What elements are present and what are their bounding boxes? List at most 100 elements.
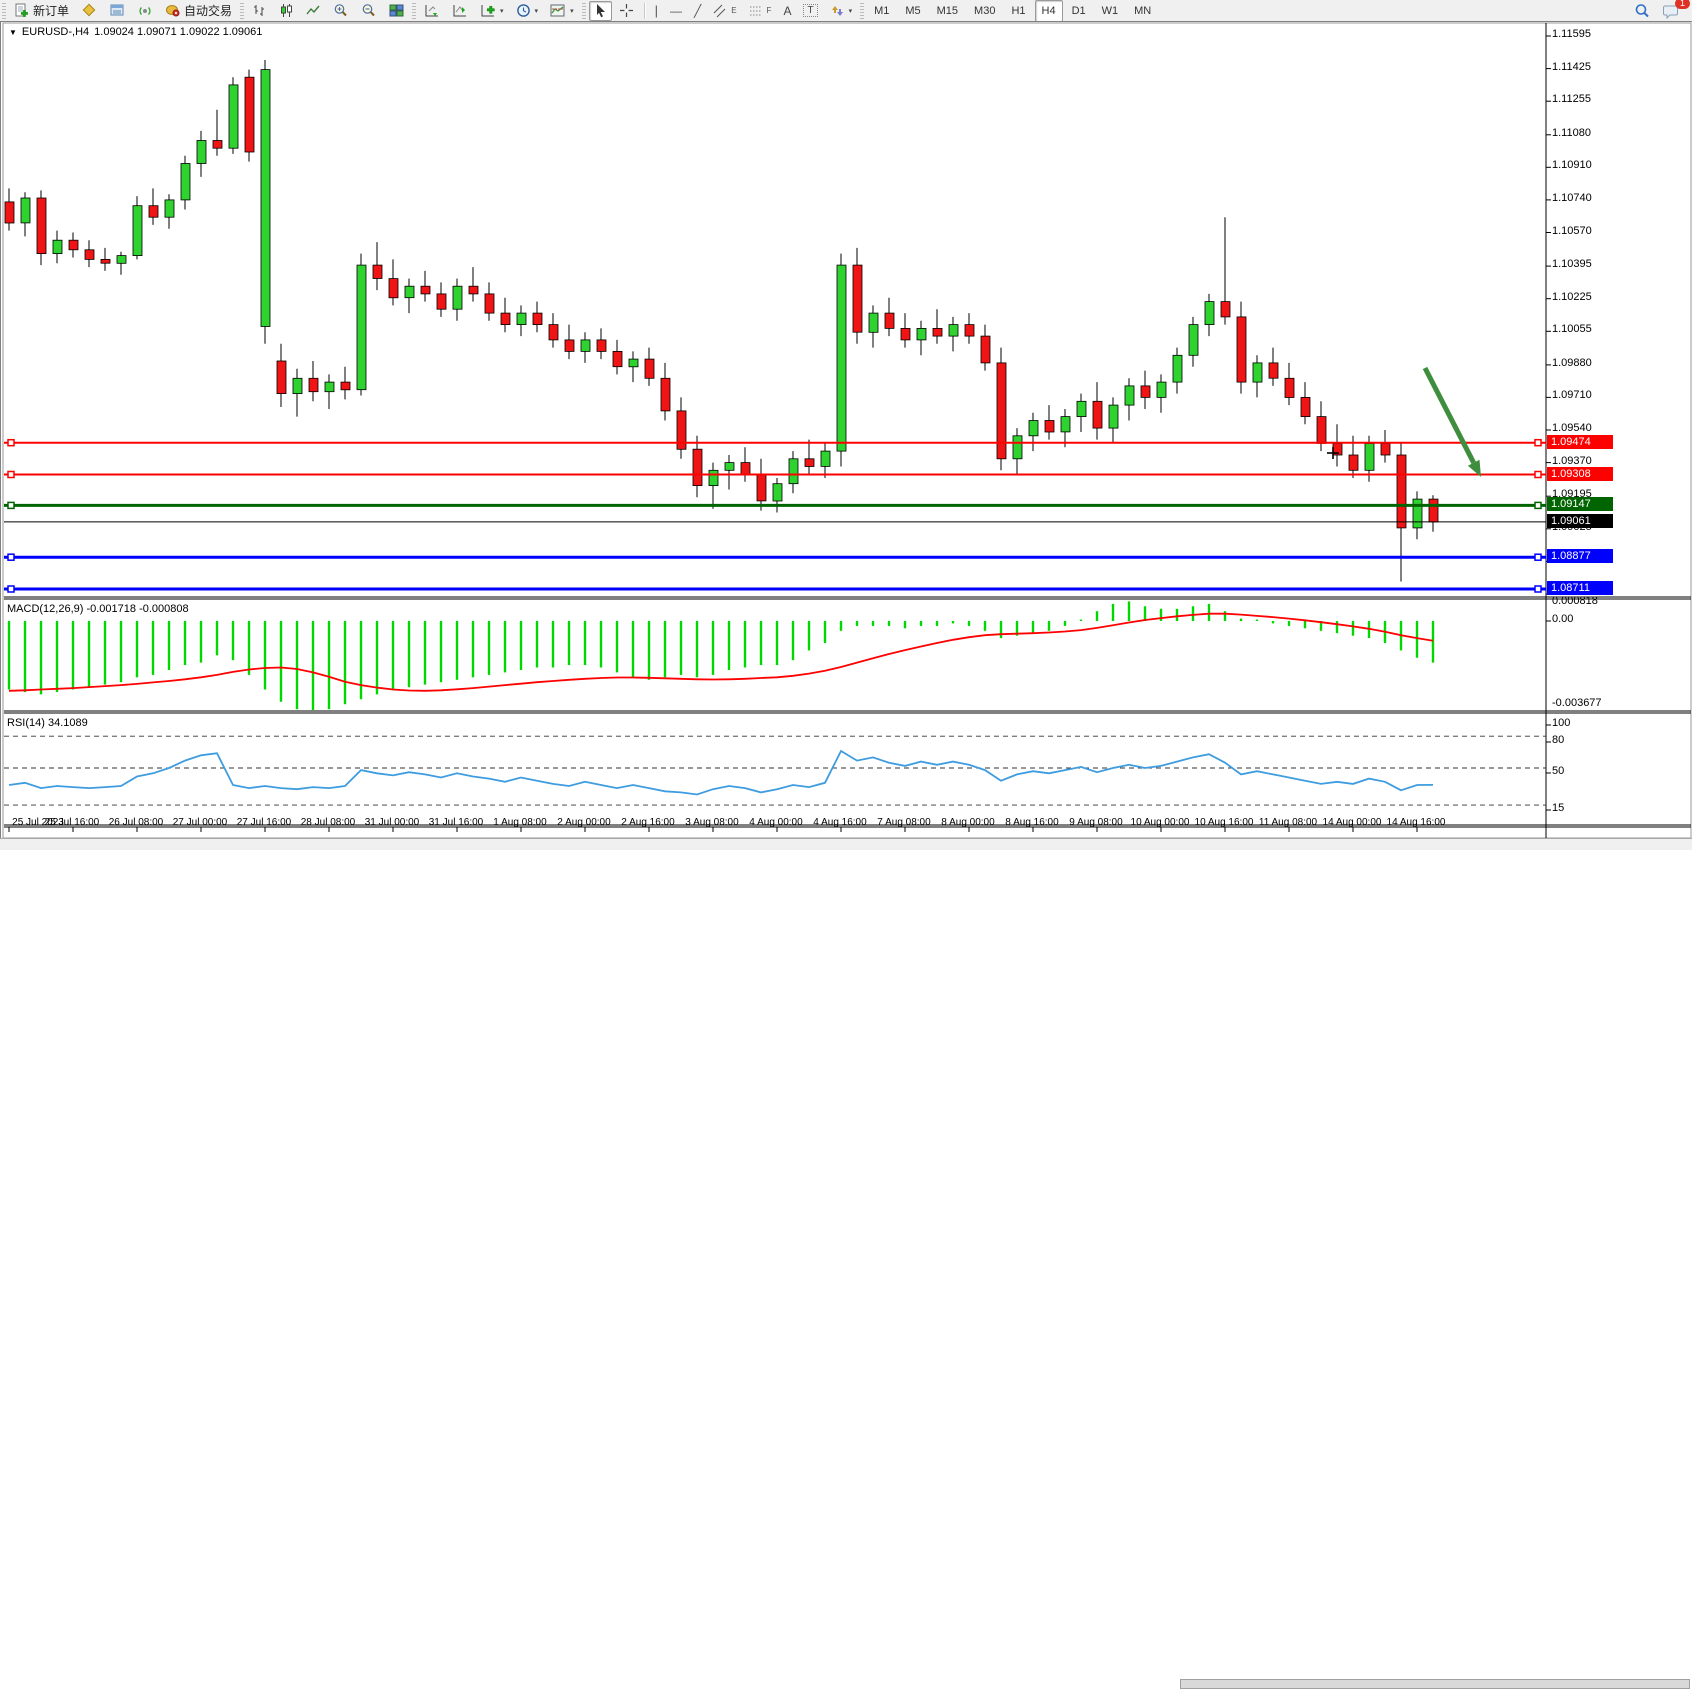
search-button[interactable] [1629, 1, 1656, 21]
zoom-in-icon [333, 3, 349, 18]
horizontal-line-tool[interactable]: — [665, 1, 687, 21]
chart-shift-button[interactable] [447, 1, 473, 21]
timeframe-button-d1[interactable]: D1 [1065, 0, 1093, 22]
new-order-icon [14, 3, 30, 18]
price-axis-label: 1.09880 [1552, 357, 1592, 369]
macd-axis-label: -0.003677 [1552, 697, 1602, 709]
price-axis-label: 1.09710 [1552, 389, 1592, 401]
candlestick-chart-icon [279, 3, 294, 18]
autotrading-label: 自动交易 [184, 2, 232, 19]
auto-scroll-icon [424, 3, 440, 18]
toolbar-grip [2, 3, 6, 19]
bar-chart-type-button[interactable] [247, 1, 272, 21]
line-chart-type-button[interactable] [301, 1, 326, 21]
rsi-axis-label: 15 [1552, 802, 1564, 814]
indicators-button[interactable]: ▾ [475, 1, 509, 21]
text-tool[interactable]: A [778, 1, 796, 21]
market-watch-button[interactable] [104, 1, 130, 21]
crosshair-tool-button[interactable] [614, 1, 639, 21]
chart-canvas[interactable] [1, 22, 1692, 839]
timeframe-button-m15[interactable]: M15 [930, 0, 965, 22]
timeframe-button-m30[interactable]: M30 [967, 0, 1002, 22]
timeframe-button-mn[interactable]: MN [1127, 0, 1158, 22]
price-axis-label: 1.10910 [1552, 159, 1592, 171]
macd-histogram [9, 601, 1433, 710]
panel-frames [3, 23, 1691, 838]
horizontal-level-lines[interactable] [4, 440, 1546, 592]
zoom-in-button[interactable] [328, 1, 354, 21]
rsi-level-lines [4, 736, 1546, 805]
notification-count-badge: 1 [1675, 0, 1690, 9]
rsi-axis-label: 80 [1552, 734, 1564, 746]
timeframe-button-m1[interactable]: M1 [867, 0, 896, 22]
macd-axis-label: 0.000818 [1552, 595, 1598, 607]
channel-icon [713, 4, 728, 18]
equidistant-channel-tool[interactable]: E [708, 1, 741, 21]
timeframe-button-w1[interactable]: W1 [1095, 0, 1126, 22]
arrows-tool[interactable]: ▾ [825, 1, 858, 21]
periods-button[interactable]: ▾ [511, 1, 544, 21]
price-axis-label: 1.10570 [1552, 225, 1592, 237]
macd-indicator-label: MACD(12,26,9) -0.001718 -0.000808 [7, 603, 189, 615]
line-chart-icon [306, 3, 321, 18]
notifications-button[interactable]: 1 [1658, 1, 1685, 21]
templates-button[interactable]: ▾ [545, 1, 579, 21]
trendline-tool[interactable]: ╱ [689, 1, 706, 21]
profiles-button[interactable] [76, 1, 102, 21]
tile-windows-icon [389, 3, 404, 18]
signals-button[interactable] [132, 1, 158, 21]
toolbar-grip [412, 3, 416, 19]
zoom-out-button[interactable] [356, 1, 382, 21]
timeframe-group: M1M5M15M30H1H4D1W1MN [866, 0, 1159, 22]
chart-menu-icon[interactable]: ▼ [9, 28, 17, 37]
scrollbar-thumb[interactable] [1180, 1679, 1690, 1689]
price-axis-label: 1.10740 [1552, 192, 1592, 204]
text-label-tool[interactable]: T [798, 1, 822, 21]
tile-windows-button[interactable] [384, 1, 409, 21]
cursor-tool-button[interactable] [589, 1, 612, 21]
market-watch-icon [109, 3, 125, 18]
macd-signal-line [9, 614, 1433, 691]
price-axis-label: 1.09370 [1552, 455, 1592, 467]
chart-window: ▼ EURUSD-,H4 1.09024 1.09071 1.09022 1.0… [0, 21, 1692, 840]
horizontal-scrollbar[interactable] [0, 838, 1692, 850]
new-order-button[interactable]: 新订单 [9, 1, 74, 21]
toolbar-grip [582, 3, 586, 19]
vertical-line-tool[interactable]: | [650, 1, 663, 21]
chart-shift-icon [452, 3, 468, 18]
arrows-icon [830, 4, 845, 18]
toolbar-grip [860, 3, 864, 19]
rsi-line [9, 751, 1433, 795]
candle-chart-type-button[interactable] [274, 1, 299, 21]
fibonacci-tool[interactable]: F [744, 1, 777, 21]
autotrading-button[interactable]: 自动交易 [160, 1, 237, 21]
auto-scroll-button[interactable] [419, 1, 445, 21]
price-level-badge: 1.08711 [1547, 581, 1613, 595]
chart-symbol-period: EURUSD-,H4 [22, 26, 89, 38]
bar-chart-icon [252, 3, 267, 18]
zoom-out-icon [361, 3, 377, 18]
cursor-icon [594, 3, 607, 18]
timeframe-button-m5[interactable]: M5 [898, 0, 927, 22]
timeframe-button-h4[interactable]: H4 [1035, 0, 1063, 22]
rsi-indicator-label: RSI(14) 34.1089 [7, 717, 88, 729]
toolbar-separator [644, 3, 645, 19]
chevron-down-icon: ▾ [535, 7, 539, 15]
price-axis-label: 1.11595 [1552, 28, 1591, 40]
profiles-icon [81, 3, 97, 18]
search-icon [1634, 3, 1651, 19]
trend-arrow-annotation[interactable] [1425, 368, 1481, 477]
chevron-down-icon: ▾ [849, 7, 853, 15]
indicators-icon [480, 3, 496, 18]
chart-title: ▼ EURUSD-,H4 1.09024 1.09071 1.09022 1.0… [9, 26, 262, 38]
price-axis-label: 1.09540 [1552, 422, 1592, 434]
fibonacci-icon [749, 4, 764, 18]
macd-axis-label: 0.00 [1552, 613, 1573, 625]
timeframe-button-h1[interactable]: H1 [1004, 0, 1032, 22]
label-tool-glyph: T [803, 4, 817, 17]
candlesticks [5, 60, 1438, 582]
price-axis-label: 1.11255 [1552, 93, 1591, 105]
rsi-axis-label: 100 [1552, 717, 1570, 729]
fibo-suffix: F [767, 6, 772, 15]
chevron-down-icon: ▾ [570, 7, 574, 15]
